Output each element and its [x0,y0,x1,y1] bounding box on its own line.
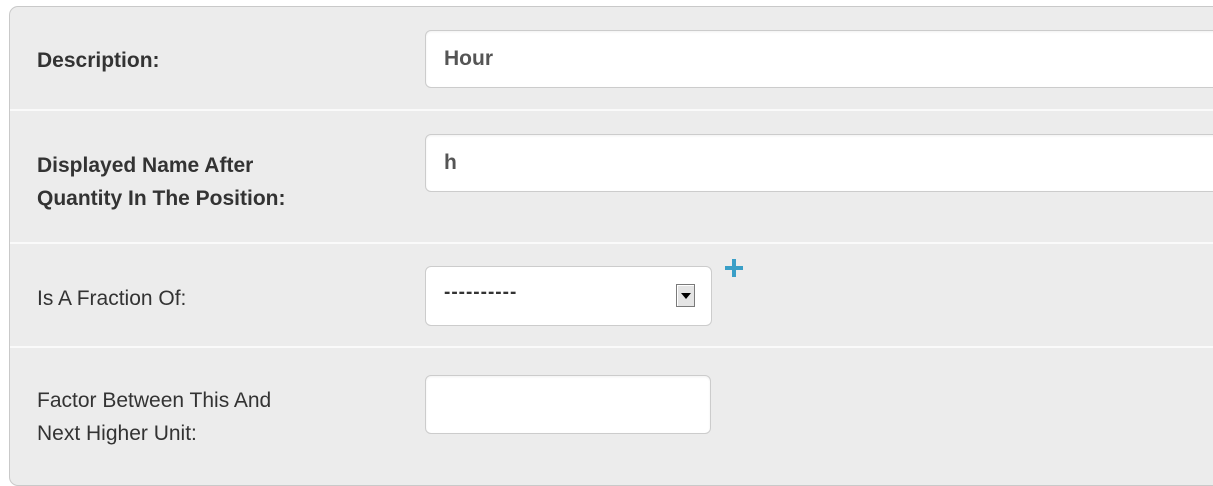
factor-input[interactable] [425,375,711,434]
unit-form-panel: Description: Displayed Name After Quanti… [9,6,1213,486]
factor-label-line-1: Factor Between This And [37,389,272,412]
fraction-of-row: Is A Fraction Of: ---------- [10,244,1213,348]
fraction-of-select[interactable]: ---------- [425,266,712,326]
description-row: Description: [10,7,1213,111]
dropdown-arrow-icon[interactable] [676,284,695,307]
displayed-name-label-line-1: Displayed Name After [37,154,254,177]
description-input[interactable] [425,30,1213,88]
displayed-name-label-line-2: Quantity In The Position: [37,187,286,210]
description-label: Description: [37,49,160,72]
displayed-name-input[interactable] [425,134,1213,192]
fraction-of-selected-value: ---------- [444,282,518,303]
fraction-of-label: Is A Fraction Of: [37,287,187,310]
displayed-name-row: Displayed Name After Quantity In The Pos… [10,111,1213,244]
displayed-name-label: Displayed Name After Quantity In The Pos… [37,149,286,215]
factor-row: Factor Between This And Next Higher Unit… [10,348,1213,485]
plus-icon[interactable] [725,259,743,277]
factor-label-line-2: Next Higher Unit: [37,422,197,445]
factor-label: Factor Between This And Next Higher Unit… [37,384,271,450]
